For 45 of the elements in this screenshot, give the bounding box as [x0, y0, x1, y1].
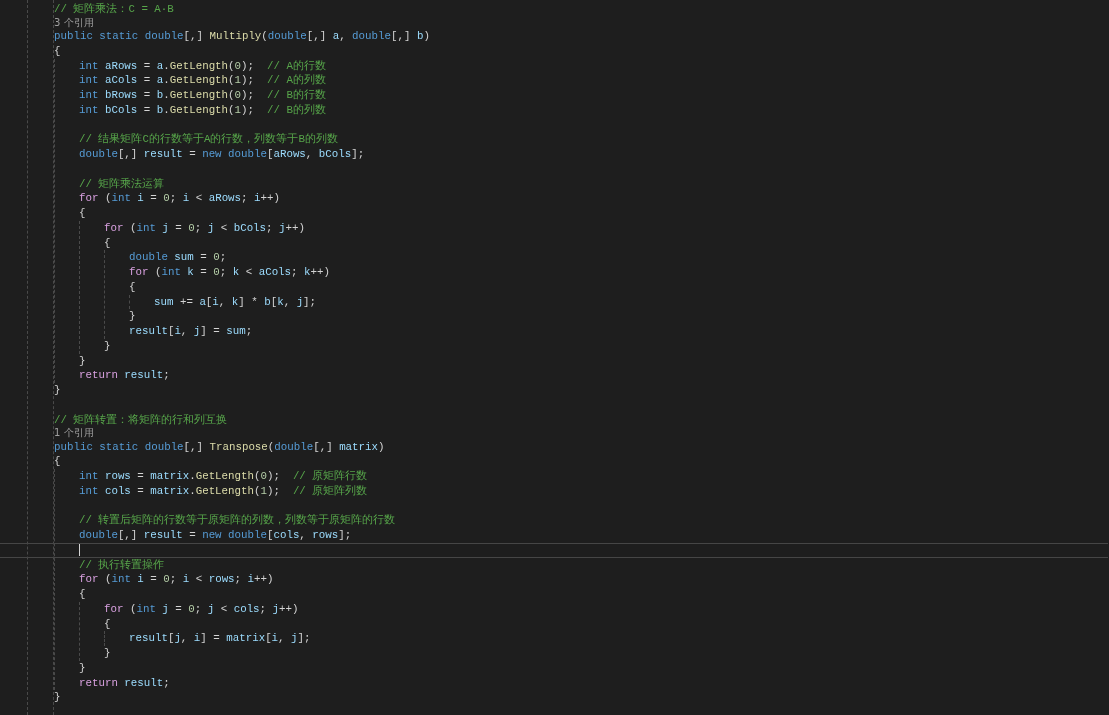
- code-line: return result;: [79, 675, 171, 691]
- code-line: double sum = 0;: [129, 250, 228, 266]
- brace: }: [79, 353, 87, 369]
- brace: {: [104, 616, 112, 632]
- brace: }: [79, 660, 87, 676]
- brace: {: [79, 206, 87, 221]
- code-line: for (int k = 0; k < aCols; k++): [129, 265, 331, 280]
- code-line: // 矩阵转置：将矩阵的行和列互换: [54, 412, 229, 428]
- text-cursor: [79, 543, 80, 557]
- code-line: // 矩阵乘法运算: [79, 176, 166, 192]
- code-line: public static double[,] Multiply(double[,] a, double[,] b): [54, 29, 431, 44]
- brace: }: [104, 646, 112, 661]
- brace: {: [54, 43, 62, 59]
- brace: }: [54, 690, 62, 706]
- code-line: // 结果矩阵C的行数等于A的行数，列数等于B的列数: [79, 132, 339, 148]
- code-line: int cols = matrix.GetLength(1); // 原矩阵列数: [79, 483, 369, 499]
- code-line: // 执行转置操作: [79, 557, 166, 573]
- reference-count[interactable]: 1 个引用: [54, 427, 94, 439]
- code-line: for (int j = 0; j < cols; j++): [104, 601, 300, 617]
- code-line: sum += a[i, k] * b[k, j];: [154, 294, 318, 310]
- brace: }: [104, 338, 112, 354]
- brace: }: [129, 309, 137, 325]
- code-line: return result;: [79, 368, 171, 384]
- code-line: // 转置后矩阵的行数等于原矩阵的列数，列数等于原矩阵的行数: [79, 513, 397, 529]
- code-line: int bRows = b.GetLength(0); // B的行数: [79, 88, 327, 103]
- code-line: // 矩阵乘法：C = A·B: [54, 2, 175, 17]
- code-line: for (int j = 0; j < bCols; j++): [104, 220, 306, 236]
- code-line: double[,] result = new double[cols, rows];: [79, 528, 353, 543]
- code-line: int bCols = b.GetLength(1); // B的列数: [79, 102, 327, 118]
- code-line: int rows = matrix.GetLength(0); // 原矩阵行数: [79, 469, 369, 484]
- code-line: result[i, j] = sum;: [129, 324, 254, 339]
- brace: {: [104, 235, 112, 251]
- brace: }: [54, 383, 62, 398]
- brace: {: [129, 279, 137, 295]
- code-line: int aCols = a.GetLength(1); // A的列数: [79, 73, 327, 89]
- brace: {: [79, 587, 87, 602]
- reference-count[interactable]: 3 个引用: [54, 16, 94, 28]
- code-line: for (int i = 0; i < rows; i++): [79, 572, 275, 588]
- code-line: result[j, i] = matrix[i, j];: [129, 631, 312, 647]
- code-line: double[,] result = new double[aRows, bCols];: [79, 147, 366, 162]
- code-editor[interactable]: [0, 0, 1109, 715]
- code-line: public static double[,] Transpose(double[,] matrix): [54, 439, 386, 455]
- code-line: int aRows = a.GetLength(0); // A的行数: [79, 58, 327, 74]
- code-line: for (int i = 0; i < aRows; i++): [79, 191, 281, 207]
- brace: {: [54, 454, 62, 470]
